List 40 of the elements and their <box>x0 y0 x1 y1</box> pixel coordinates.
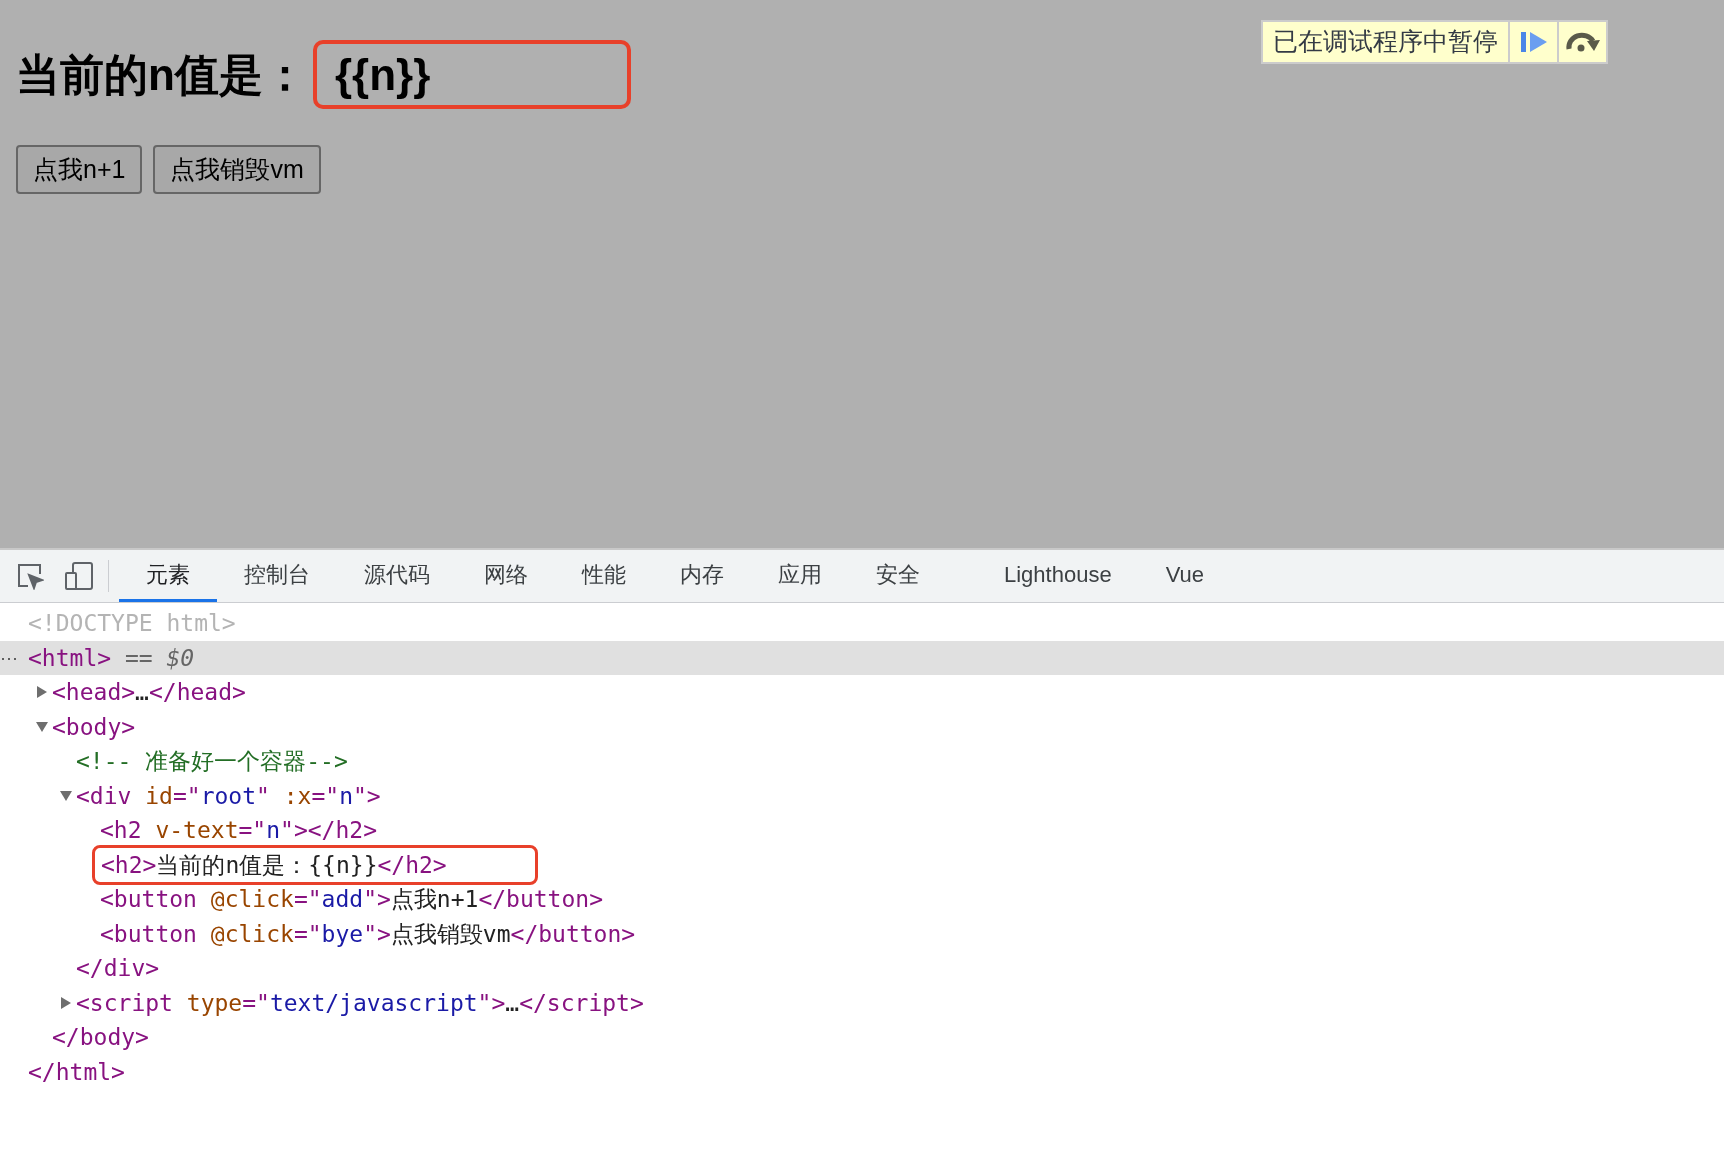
step-over-button[interactable] <box>1559 22 1606 62</box>
code-line[interactable]: <!-- 准备好一个容器--> <box>76 744 348 779</box>
collapsed-triangle-icon[interactable] <box>60 996 72 1009</box>
expanded-triangle-icon[interactable] <box>36 720 48 733</box>
code-line[interactable]: </html> <box>28 1054 125 1089</box>
code-line[interactable]: <html> == $0 <box>28 640 195 675</box>
ellipsis-menu[interactable]: ⋯ <box>0 648 18 667</box>
paused-message: 已在调试程序中暂停 <box>1263 22 1508 62</box>
devtools-tab[interactable]: 性能 <box>555 550 653 602</box>
devtools-tab[interactable]: 安全 <box>849 550 947 602</box>
expanded-triangle-icon[interactable] <box>60 789 72 802</box>
devtools-tab[interactable]: 应用 <box>751 550 849 602</box>
code-line[interactable]: <head>…</head> <box>52 675 246 710</box>
code-line[interactable]: <div id="root" :x="n"> <box>76 778 381 813</box>
step-over-icon <box>1564 31 1601 53</box>
devtools-tab[interactable]: Lighthouse <box>977 550 1139 602</box>
code-line[interactable]: <script type="text/javascript">…</script> <box>76 985 644 1020</box>
code-line[interactable]: </body> <box>52 1020 149 1055</box>
devtools-tab[interactable]: Vue <box>1138 550 1231 602</box>
devtools-tab[interactable]: 元素 <box>119 550 217 602</box>
inspect-element-icon[interactable] <box>16 562 44 590</box>
devtools-tab[interactable]: 网络 <box>457 550 555 602</box>
code-line[interactable]: <body> <box>52 709 136 744</box>
code-line[interactable]: <button @click="add">点我n+1</button> <box>100 882 603 917</box>
devtools-tab[interactable]: 内存 <box>653 550 751 602</box>
device-toolbar-icon[interactable] <box>64 561 94 591</box>
devtools-tab[interactable]: 控制台 <box>217 550 337 602</box>
page-button[interactable]: 点我销毁vm <box>153 145 321 194</box>
selected-row[interactable]: ⋯ <html> == $0 <box>0 640 1724 675</box>
code-line[interactable]: <button @click="bye">点我销毁vm</button> <box>100 916 636 951</box>
collapsed-triangle-icon[interactable] <box>36 686 48 699</box>
code-line[interactable]: <h2 v-text="n"></h2> <box>100 813 377 848</box>
code-line[interactable]: </div> <box>76 951 160 986</box>
heading-value: {{n}} <box>334 52 431 97</box>
heading-label: 当前的n值是： <box>16 52 307 97</box>
code-line[interactable]: <h2>当前的n值是：{{n}}</h2> <box>101 847 447 882</box>
devtools-tab[interactable]: 源代码 <box>337 550 457 602</box>
page-button[interactable]: 点我n+1 <box>16 145 143 194</box>
resume-icon <box>1520 31 1547 53</box>
resume-button[interactable] <box>1510 22 1557 62</box>
